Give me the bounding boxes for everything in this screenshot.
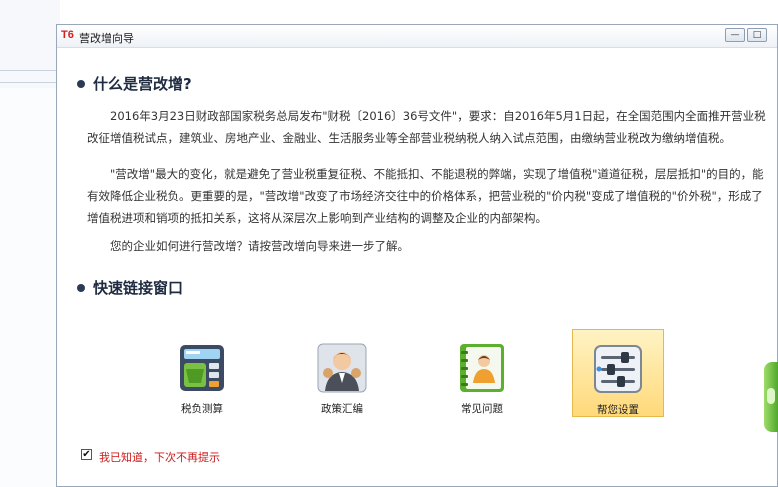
- quick-link-policy[interactable]: 政策汇编: [296, 331, 388, 419]
- section-heading-quicklinks: 快速链接窗口: [93, 279, 184, 297]
- quick-link-faq[interactable]: 常见问题: [436, 331, 528, 419]
- settings-sliders-icon: [594, 345, 642, 393]
- quick-link-label: 帮您设置: [597, 404, 639, 416]
- quick-link-label: 税负测算: [181, 403, 223, 415]
- section-bullet-icon: [77, 80, 85, 88]
- guide-dialog: T6 营改增向导 — □ 什么是营改增? 2016年3月23日财政部国家税务总局…: [56, 24, 778, 487]
- title-bar[interactable]: T6 营改增向导 — □: [57, 25, 777, 48]
- intro-paragraph-2: "营改增"最大的变化，就是避免了营业税重复征税、不能抵扣、不能退税的弊端，实现了…: [87, 167, 764, 225]
- intro-paragraph-3: 您的企业如何进行营改增？请按营改增向导来进一步了解。: [110, 239, 409, 253]
- dont-show-again-label[interactable]: 我已知道，下次不再提示: [99, 449, 220, 465]
- minimize-button[interactable]: —: [725, 28, 745, 42]
- background-app-panel: [0, 88, 57, 487]
- background-app-top: [0, 0, 778, 24]
- app-logo: T6: [61, 29, 74, 41]
- intro-paragraph-1: 2016年3月23日财政部国家税务总局发布"财税〔2016〕36号文件"，要求：…: [87, 109, 766, 145]
- notebook-person-icon: [460, 344, 504, 392]
- quick-link-tax-calc[interactable]: 税负测算: [156, 331, 248, 419]
- calculator-icon: [180, 345, 224, 391]
- window-title: 营改增向导: [79, 32, 134, 45]
- section-heading-what: 什么是营改增?: [93, 75, 192, 93]
- maximize-button[interactable]: □: [747, 28, 767, 42]
- dont-show-again-checkbox[interactable]: ✔: [81, 449, 92, 460]
- section-bullet-icon: [77, 284, 85, 292]
- quick-link-settings[interactable]: 帮您设置: [572, 329, 664, 417]
- advisor-person-icon: [317, 343, 367, 393]
- quick-link-label: 政策汇编: [321, 403, 363, 415]
- side-drawer-tab[interactable]: [764, 362, 778, 432]
- quick-link-label: 常见问题: [461, 403, 503, 415]
